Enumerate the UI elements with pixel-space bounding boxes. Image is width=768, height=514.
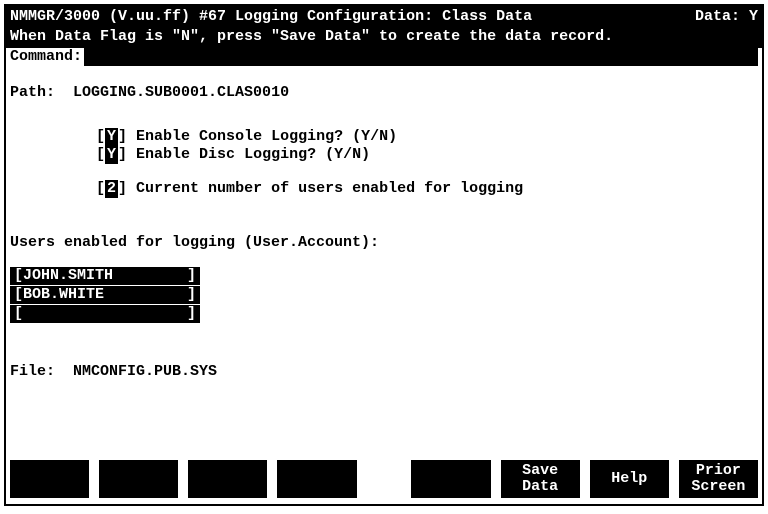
terminal-frame: NMMGR/3000 (V.uu.ff) #67 Logging Configu…: [4, 4, 764, 506]
file-row: File: NMCONFIG.PUB.SYS: [10, 363, 758, 381]
option-disc: [Y] Enable Disc Logging? (Y/N): [96, 146, 758, 164]
screen-title: NMMGR/3000 (V.uu.ff) #67 Logging Configu…: [10, 8, 532, 26]
fkey-1[interactable]: [10, 460, 89, 498]
fkey-4[interactable]: [277, 460, 356, 498]
user-field-1[interactable]: [JOHN.SMITH]: [10, 267, 200, 285]
data-flag: Data: Y: [695, 8, 758, 26]
user-field-2[interactable]: [BOB.WHITE]: [10, 286, 200, 304]
help-button[interactable]: Help: [590, 460, 669, 498]
fkey-3[interactable]: [188, 460, 267, 498]
function-keys: SaveData Help PriorScreen: [10, 460, 758, 498]
path-row: Path: LOGGING.SUB0001.CLAS0010: [10, 84, 758, 102]
user-count-value: 2: [105, 180, 118, 198]
path-value: LOGGING.SUB0001.CLAS0010: [73, 84, 289, 101]
save-data-button[interactable]: SaveData: [501, 460, 580, 498]
command-input[interactable]: [84, 48, 758, 66]
header-bar: NMMGR/3000 (V.uu.ff) #67 Logging Configu…: [6, 6, 762, 28]
command-label: Command:: [6, 48, 84, 66]
users-block: Users enabled for logging (User.Account)…: [10, 234, 758, 323]
users-heading: Users enabled for logging (User.Account)…: [10, 234, 758, 252]
user-field-3[interactable]: []: [10, 305, 200, 323]
fkey-2[interactable]: [99, 460, 178, 498]
option-count: [2] Current number of users enabled for …: [96, 180, 758, 198]
disc-logging-field[interactable]: Y: [105, 146, 118, 164]
body: Path: LOGGING.SUB0001.CLAS0010 [Y] Enabl…: [6, 66, 762, 385]
header-hint: When Data Flag is "N", press "Save Data"…: [6, 28, 762, 48]
command-row: Command:: [6, 48, 762, 66]
option-console: [Y] Enable Console Logging? (Y/N): [96, 128, 758, 146]
fkey-gap: [367, 460, 402, 498]
prior-screen-button[interactable]: PriorScreen: [679, 460, 758, 498]
file-value: NMCONFIG.PUB.SYS: [73, 363, 217, 380]
fkey-5[interactable]: [411, 460, 490, 498]
console-logging-field[interactable]: Y: [105, 128, 118, 146]
